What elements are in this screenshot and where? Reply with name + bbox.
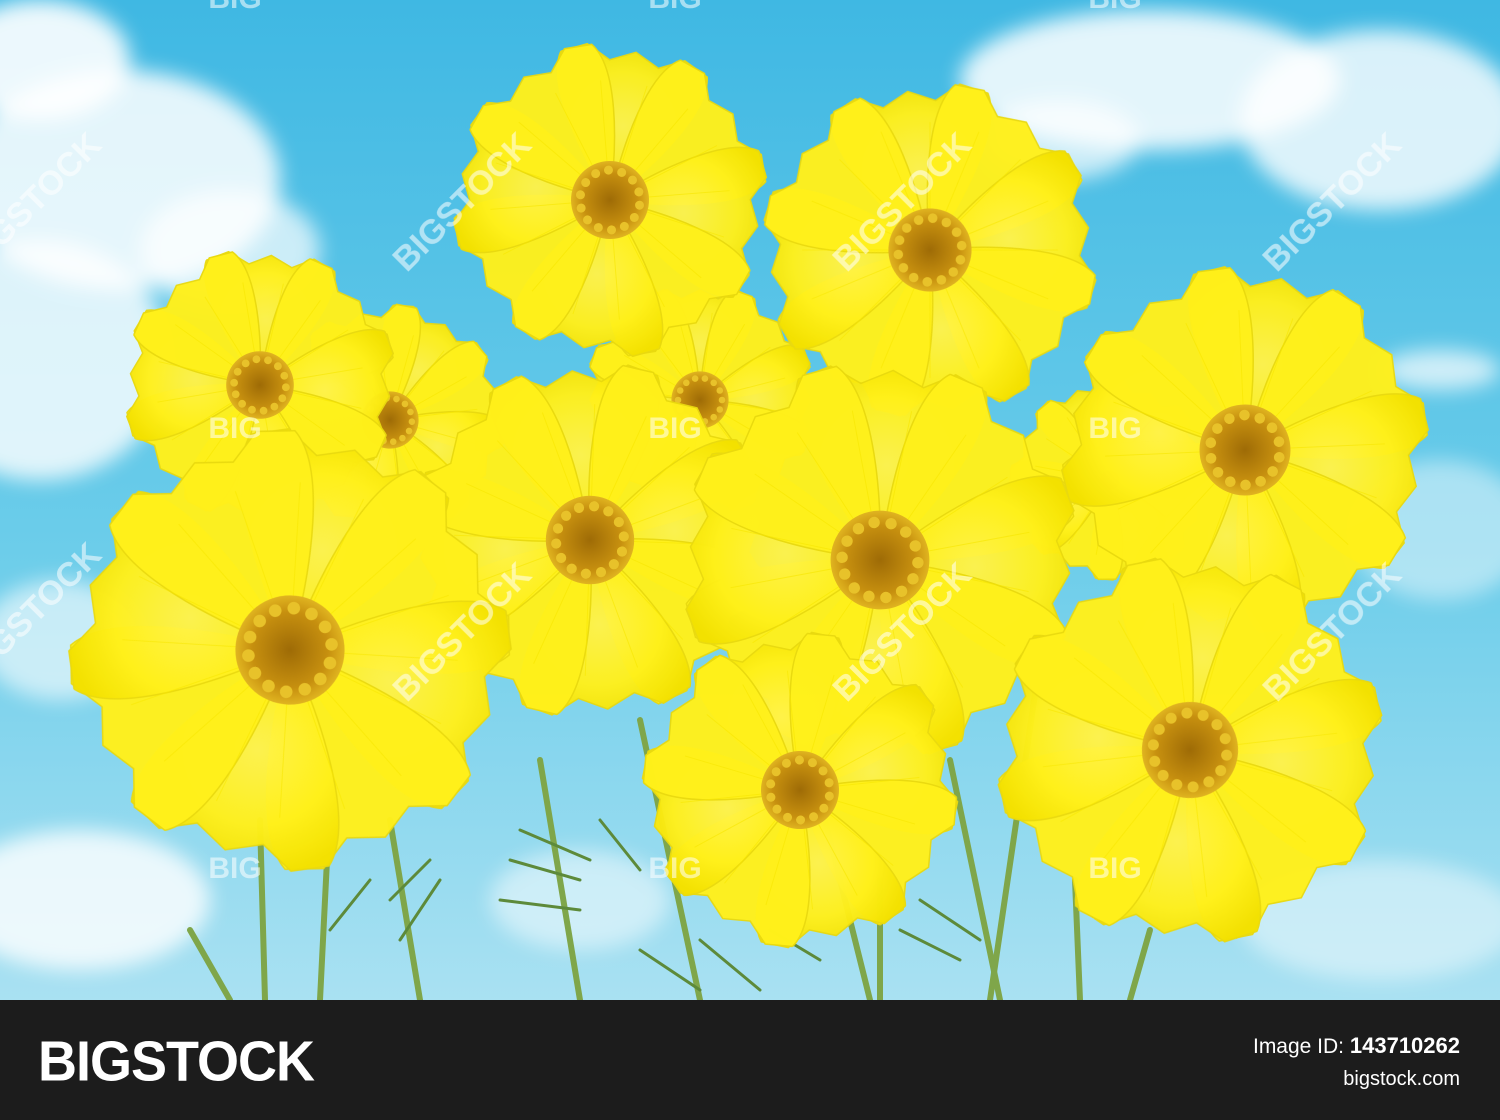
- image-id-value: 143710262: [1349, 1033, 1460, 1058]
- stamen: [718, 396, 726, 404]
- stamen: [683, 379, 690, 387]
- image-id-row: Image ID: 143710262: [1253, 1032, 1460, 1061]
- stamen: [701, 375, 709, 382]
- watermark-small: BIG: [208, 0, 261, 15]
- site-url[interactable]: bigstock.com: [1253, 1065, 1460, 1093]
- yellow-cosmos-flowers-photo: BIGSTOCK BIGSTOCK BIGSTOCK BIGSTOCKBIGSTOCK…: [0, 0, 1500, 1000]
- stamen: [710, 379, 717, 387]
- stamen: [691, 375, 699, 382]
- stamen: [716, 387, 724, 394]
- watermark-small: BIG: [208, 412, 261, 445]
- stock-photo-frame: BIGSTOCK BIGSTOCK BIGSTOCK BIGSTOCK BIGSTOCK…: [0, 0, 1500, 1120]
- watermark-small: BIG: [648, 852, 701, 885]
- image-id-label: Image ID:: [1252, 1035, 1345, 1058]
- footer-bar: BIGSTOCK Image ID: 143710262 bigstock.co…: [0, 1000, 1500, 1120]
- brand-logo: BIGSTOCK: [38, 1030, 315, 1094]
- watermark-small: BIG: [648, 0, 701, 15]
- stamen: [716, 406, 724, 413]
- watermark-small: BIG: [1088, 0, 1141, 15]
- image-meta: Image ID: 143710262 bigstock.com: [1253, 1032, 1460, 1093]
- watermark-small: BIG: [208, 852, 261, 885]
- watermark-small: BIG: [648, 412, 701, 445]
- stamen: [710, 413, 717, 421]
- stamen: [676, 387, 684, 394]
- watermark-small: BIG: [1088, 852, 1141, 885]
- watermark-small: BIG: [1088, 412, 1141, 445]
